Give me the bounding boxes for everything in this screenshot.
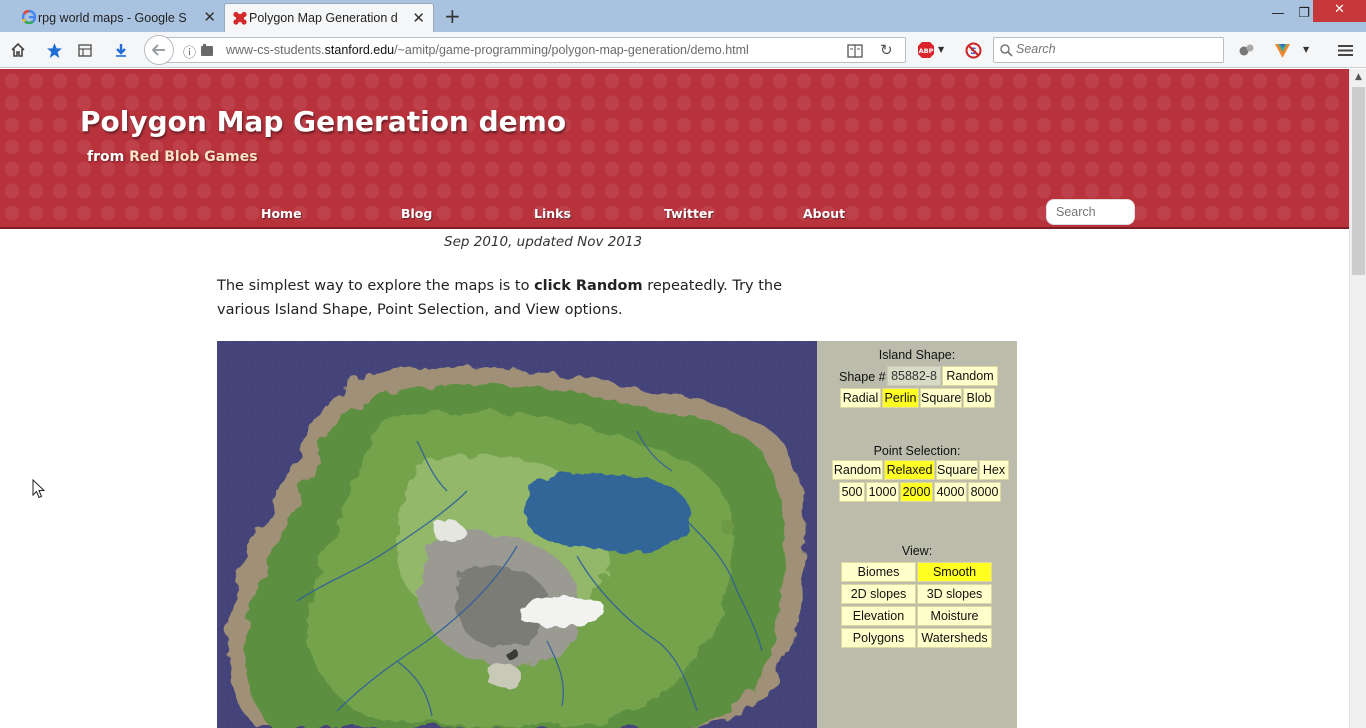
overflow-chevron-icon[interactable]: ▼ bbox=[1303, 45, 1309, 54]
scroll-up-arrow-icon[interactable]: ▲ bbox=[1350, 69, 1366, 86]
intro-paragraph: The simplest way to explore the maps is … bbox=[217, 278, 783, 318]
library-icon[interactable] bbox=[75, 40, 95, 60]
page-scrollbar[interactable]: ▲ bbox=[1349, 69, 1366, 728]
shape-perlin-button[interactable]: Perlin bbox=[882, 388, 919, 408]
tab-title: Polygon Map Generation de bbox=[249, 11, 397, 25]
view-watersheds-button[interactable]: Watersheds bbox=[917, 628, 992, 648]
home-icon[interactable] bbox=[8, 40, 28, 60]
reader-view-icon[interactable] bbox=[847, 44, 863, 58]
svg-text:ABP: ABP bbox=[919, 47, 934, 55]
view-3d-slopes-button[interactable]: 3D slopes bbox=[917, 584, 992, 604]
site-header: Polygon Map Generation demo from Red Blo… bbox=[0, 69, 1349, 229]
site-search-input[interactable] bbox=[1046, 199, 1135, 225]
navigation-toolbar: ⓘ www-cs-students.stanford.edu/~amitp/ga… bbox=[0, 32, 1366, 68]
tab-google-search[interactable]: rpg world maps - Google Se ✕ bbox=[14, 3, 224, 32]
info-icon[interactable]: ⓘ bbox=[183, 42, 196, 61]
view-elevation-button[interactable]: Elevation bbox=[841, 606, 916, 626]
color-extension-icon[interactable] bbox=[1272, 40, 1292, 60]
red-blob-games-link[interactable]: Red Blob Games bbox=[129, 149, 258, 165]
intro-emphasis: click Random bbox=[534, 278, 643, 294]
maximize-button[interactable]: ❐ bbox=[1294, 4, 1314, 24]
browser-search-bar[interactable] bbox=[993, 37, 1224, 63]
nav-twitter-link[interactable]: Twitter bbox=[664, 206, 714, 221]
hamburger-menu-icon[interactable] bbox=[1335, 40, 1355, 60]
view-moisture-button[interactable]: Moisture bbox=[917, 606, 992, 626]
shape-number-input[interactable]: 85882-8 bbox=[887, 366, 941, 386]
points-hex-button[interactable]: Hex bbox=[979, 460, 1009, 480]
tab-polygon-map[interactable]: Polygon Map Generation de ✕ bbox=[224, 3, 434, 32]
page-viewport: Polygon Map Generation demo from Red Blo… bbox=[0, 69, 1349, 728]
nav-about-link[interactable]: About bbox=[803, 206, 845, 221]
view-polygons-button[interactable]: Polygons bbox=[841, 628, 916, 648]
random-shape-button[interactable]: Random bbox=[942, 366, 998, 386]
nav-home-link[interactable]: Home bbox=[261, 206, 302, 221]
chevron-down-icon[interactable]: ▼ bbox=[938, 45, 944, 54]
browser-search-input[interactable] bbox=[1016, 42, 1216, 56]
island-shape-heading: Island Shape: bbox=[878, 348, 956, 362]
points-square-button[interactable]: Square bbox=[936, 460, 978, 480]
points-8000-button[interactable]: 8000 bbox=[968, 482, 1001, 502]
reload-icon[interactable]: ↻ bbox=[880, 41, 893, 59]
bookmark-star-icon[interactable] bbox=[44, 40, 64, 60]
close-tab-icon[interactable]: ✕ bbox=[412, 10, 425, 26]
points-random-button[interactable]: Random bbox=[832, 460, 883, 480]
points-2000-button[interactable]: 2000 bbox=[900, 482, 933, 502]
page-title: Polygon Map Generation demo bbox=[80, 105, 567, 138]
no-script-icon[interactable]: S bbox=[963, 40, 983, 60]
close-window-button[interactable]: ✕ bbox=[1313, 0, 1366, 22]
points-1000-button[interactable]: 1000 bbox=[866, 482, 899, 502]
new-tab-button[interactable]: + bbox=[444, 6, 461, 26]
point-selection-heading: Point Selection: bbox=[873, 444, 961, 458]
google-icon bbox=[22, 10, 36, 24]
minimize-button[interactable]: — bbox=[1268, 4, 1288, 24]
shape-blob-button[interactable]: Blob bbox=[963, 388, 995, 408]
download-icon[interactable] bbox=[111, 40, 131, 60]
permissions-icon[interactable] bbox=[200, 44, 214, 57]
search-icon bbox=[1000, 44, 1013, 57]
extension-icon[interactable] bbox=[1236, 40, 1256, 60]
points-relaxed-button[interactable]: Relaxed bbox=[884, 460, 935, 480]
nav-blog-link[interactable]: Blog bbox=[401, 206, 432, 221]
mouse-cursor-icon bbox=[32, 479, 46, 499]
view-heading: View: bbox=[901, 544, 933, 558]
url-bar[interactable]: ⓘ www-cs-students.stanford.edu/~amitp/ga… bbox=[160, 37, 906, 63]
points-4000-button[interactable]: 4000 bbox=[934, 482, 967, 502]
points-500-button[interactable]: 500 bbox=[839, 482, 865, 502]
tab-strip: rpg world maps - Google Se ✕ Polygon Map… bbox=[0, 0, 1366, 32]
island-map-image bbox=[217, 341, 817, 728]
view-biomes-button[interactable]: Biomes bbox=[841, 562, 916, 582]
publish-date: Sep 2010, updated Nov 2013 bbox=[444, 234, 643, 250]
back-button[interactable] bbox=[144, 35, 174, 65]
shape-square-button[interactable]: Square bbox=[920, 388, 962, 408]
view-smooth-button[interactable]: Smooth bbox=[917, 562, 992, 582]
nav-links-link[interactable]: Links bbox=[534, 206, 571, 221]
adblock-icon[interactable]: ABP bbox=[916, 40, 936, 60]
view-2d-slopes-button[interactable]: 2D slopes bbox=[841, 584, 916, 604]
shape-number-label: Shape # bbox=[839, 370, 886, 384]
url-text: www-cs-students.stanford.edu/~amitp/game… bbox=[226, 43, 749, 57]
tab-title: rpg world maps - Google Se bbox=[38, 10, 186, 25]
island-map-canvas[interactable] bbox=[217, 341, 817, 728]
map-controls-panel: Island Shape: Shape # 85882-8 Random Rad… bbox=[817, 341, 1017, 728]
red-blob-icon bbox=[233, 11, 247, 25]
scrollbar-thumb[interactable] bbox=[1352, 87, 1365, 275]
shape-radial-button[interactable]: Radial bbox=[840, 388, 881, 408]
back-arrow-icon bbox=[151, 44, 165, 56]
close-tab-icon[interactable]: ✕ bbox=[203, 9, 216, 25]
page-subtitle: from Red Blob Games bbox=[87, 149, 258, 165]
